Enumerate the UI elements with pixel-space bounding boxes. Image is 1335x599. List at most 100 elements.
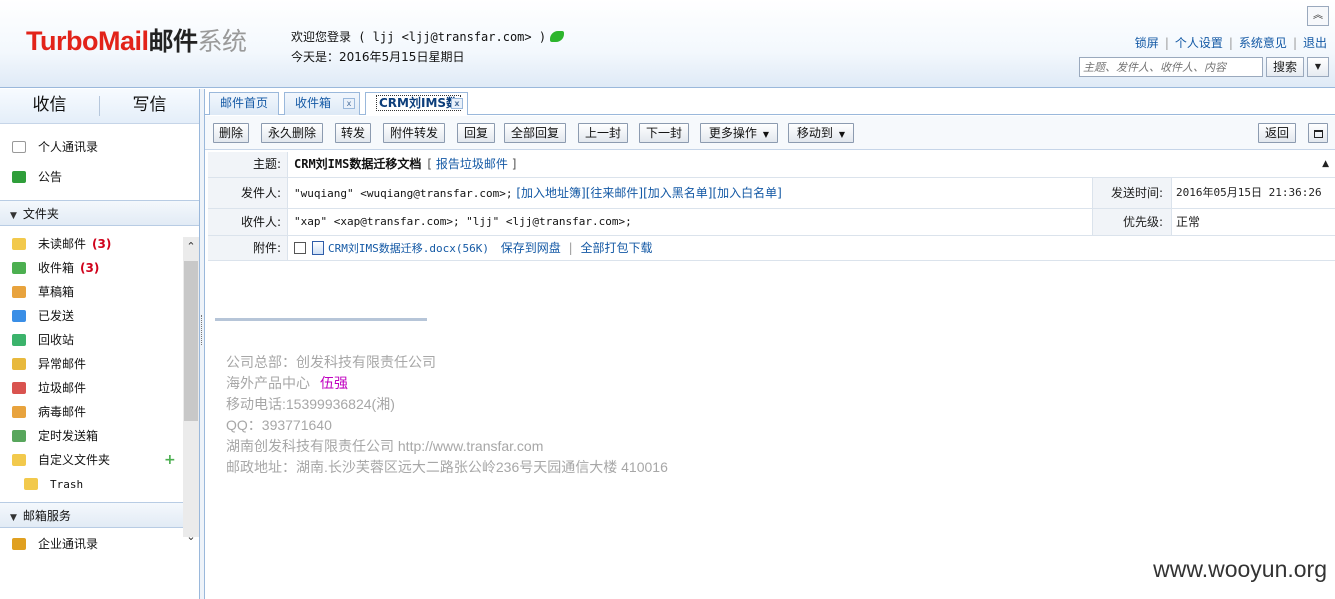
signature-divider	[215, 318, 427, 321]
word-document-icon	[312, 241, 324, 255]
sidebar-item-announcement[interactable]: 公告	[0, 162, 199, 192]
unread-folder-icon	[12, 238, 26, 250]
sidebar-item-scheduled[interactable]: 定时发送箱	[0, 424, 199, 448]
maximize-button[interactable]	[1308, 123, 1328, 143]
download-all-link[interactable]: 全部打包下载	[581, 241, 653, 255]
scroll-down-arrow[interactable]: ⌄	[184, 529, 198, 545]
correspondence-link[interactable]: [往来邮件]	[586, 186, 643, 200]
recipient-addresses[interactable]: "xap" <xap@transfar.com>; "ljj" <ljj@tra…	[294, 209, 632, 235]
sent-icon	[12, 310, 26, 322]
signature-department: 海外产品中心	[226, 375, 310, 391]
more-actions-dropdown[interactable]: 更多操作 ▼	[700, 123, 778, 143]
sidebar-item-label: 异常邮件	[38, 357, 87, 371]
tab-mail-home[interactable]: 邮件首页	[209, 92, 279, 115]
sidebar-item-label: 企业通讯录	[38, 537, 99, 551]
sidebar-item-unread[interactable]: 未读邮件 (3)	[0, 232, 199, 256]
collapse-header-button[interactable]: ︽	[1307, 6, 1329, 26]
report-spam-link[interactable]: 报告垃圾邮件	[436, 157, 508, 171]
signature-name: 伍强	[320, 375, 348, 391]
date-text: 今天是：2016年5月15日星期日	[291, 50, 465, 64]
app-header: TurboMail邮件系统 欢迎您登录 ( ljj <ljj@transfar.…	[0, 0, 1335, 88]
search-input[interactable]	[1079, 57, 1263, 77]
collapse-header-icon[interactable]: ▲	[1322, 152, 1329, 177]
forward-attachment-button[interactable]: 附件转发	[383, 123, 445, 143]
add-to-blacklist-link[interactable]: [加入黑名单]	[643, 186, 712, 200]
feedback-link[interactable]: 系统意见	[1239, 36, 1287, 50]
sidebar-item-enterprise-contacts[interactable]: 企业通讯录	[0, 532, 199, 556]
sidebar-item-abnormal[interactable]: 异常邮件	[0, 352, 199, 376]
folders-section-header[interactable]: ▼ 文件夹	[0, 200, 199, 226]
close-tab-icon[interactable]: x	[343, 98, 355, 109]
logo-brand: TurboMail	[26, 26, 149, 56]
sidebar-item-sent[interactable]: 已发送	[0, 304, 199, 328]
attachment-checkbox[interactable]	[294, 242, 306, 254]
chevron-down-icon: ▼	[762, 130, 770, 139]
signature-line: 邮政地址：湖南.长沙芙蓉区远大二路张公岭236号天园通信大楼 410016	[226, 459, 668, 475]
enterprise-contacts-icon	[12, 538, 26, 550]
personal-settings-link[interactable]: 个人设置	[1175, 36, 1223, 50]
folder-icon	[24, 478, 38, 490]
delete-button[interactable]: 删除	[213, 123, 249, 143]
compose-mail-button[interactable]: 写信	[100, 89, 199, 123]
sender-address[interactable]: "wuqiang" <wuqiang@transfar.com>;	[294, 187, 513, 200]
priority-value: 正常	[1176, 215, 1201, 229]
sidebar-item-drafts[interactable]: 草稿箱	[0, 280, 199, 304]
sidebar-item-contacts[interactable]: 个人通讯录	[0, 132, 199, 162]
subject-row: 主题: CRM刘IMS数据迁移文档 [ 报告垃圾邮件 ] ▲	[208, 152, 1335, 178]
mail-signature: 公司总部：创发科技有限责任公司 海外产品中心 伍强 移动电话:1539993682…	[226, 352, 668, 478]
from-label: 发件人:	[208, 178, 288, 208]
add-to-whitelist-link[interactable]: [加入白名单]	[713, 186, 782, 200]
sidebar-item-trash[interactable]: Trash	[0, 472, 199, 496]
reply-all-button[interactable]: 全部回复	[504, 123, 566, 143]
sidebar-item-label: 回收站	[38, 333, 75, 347]
save-to-disk-link[interactable]: 保存到网盘	[501, 241, 561, 255]
logout-link[interactable]: 退出	[1303, 36, 1327, 50]
chevron-down-icon: ▼	[1314, 62, 1322, 71]
search-options-dropdown[interactable]: ▼	[1307, 57, 1329, 77]
online-status-icon[interactable]	[550, 31, 565, 42]
sidebar-item-recycle-bin[interactable]: 回收站	[0, 328, 199, 352]
bracket: ]	[511, 157, 517, 171]
tab-label: CRM刘IMS数	[376, 95, 462, 111]
attachment-row: 附件: CRM刘IMS数据迁移.docx(56K) 保存到网盘 | 全部打包下载	[208, 236, 1335, 261]
forward-button[interactable]: 转发	[335, 123, 371, 143]
sidebar-item-custom-folders[interactable]: 自定义文件夹 +	[0, 448, 199, 472]
add-to-address-book-link[interactable]: [加入地址簿]	[516, 186, 585, 200]
tab-bar: 邮件首页 收件箱 x CRM刘IMS数 x	[205, 89, 1335, 115]
back-button[interactable]: 返回	[1258, 123, 1296, 143]
tab-inbox[interactable]: 收件箱 x	[284, 92, 360, 115]
maximize-icon	[1313, 130, 1323, 138]
previous-mail-button[interactable]: 上一封	[578, 123, 628, 143]
sidebar-scroll-thumb[interactable]	[184, 261, 198, 421]
scheduled-send-icon	[12, 430, 26, 442]
mail-services-section-header[interactable]: ▼ 邮箱服务	[0, 502, 199, 528]
mail-toolbar: 删除 永久删除 转发 附件转发 回复 全部回复 上一封 下一封 更多操作 ▼ 移动…	[205, 116, 1335, 150]
divider: |	[1164, 36, 1169, 50]
lock-screen-link[interactable]: 锁屏	[1135, 36, 1159, 50]
sidebar-item-virus[interactable]: 病毒邮件	[0, 400, 199, 424]
scroll-up-arrow[interactable]: ⌃	[184, 239, 198, 255]
inbox-count: (3)	[80, 261, 100, 275]
bracket: [	[427, 157, 433, 171]
attachment-link[interactable]: CRM刘IMS数据迁移.docx(56K)	[328, 242, 489, 255]
close-tab-icon[interactable]: x	[451, 98, 463, 109]
sidebar-item-spam[interactable]: 垃圾邮件	[0, 376, 199, 400]
sidebar-splitter[interactable]	[200, 89, 205, 599]
signature-line: 公司总部：创发科技有限责任公司	[226, 354, 436, 370]
search-bar: 搜索 ▼	[1079, 57, 1329, 77]
add-folder-icon[interactable]: +	[164, 448, 176, 472]
chevron-down-icon: ▼	[10, 211, 17, 221]
reply-button[interactable]: 回复	[457, 123, 495, 143]
tab-current-mail[interactable]: CRM刘IMS数 x	[365, 92, 468, 115]
sidebar-item-label: 未读邮件	[38, 237, 87, 251]
receive-mail-button[interactable]: 收信	[0, 89, 99, 123]
permanent-delete-button[interactable]: 永久删除	[261, 123, 323, 143]
search-button[interactable]: 搜索	[1266, 57, 1304, 77]
button-label: 更多操作	[708, 126, 757, 140]
divider: |	[1228, 36, 1233, 50]
to-label: 收件人:	[208, 209, 288, 235]
move-to-dropdown[interactable]: 移动到 ▼	[788, 123, 854, 143]
welcome-text: 欢迎您登录 ( ljj <ljj@transfar.com> )	[291, 30, 547, 44]
next-mail-button[interactable]: 下一封	[639, 123, 689, 143]
sidebar-item-inbox[interactable]: 收件箱 (3)	[0, 256, 199, 280]
